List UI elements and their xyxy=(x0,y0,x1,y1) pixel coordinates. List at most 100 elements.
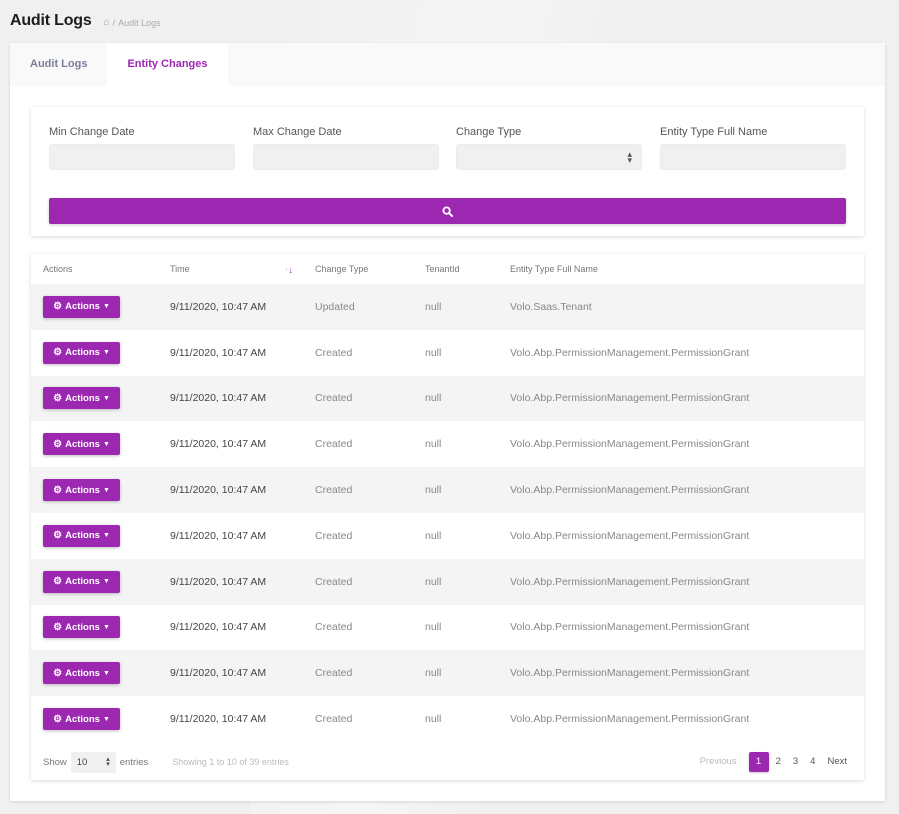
time-cell: 9/11/2020, 10:47 AM xyxy=(158,375,303,422)
entity-type-full-name-input[interactable] xyxy=(660,144,846,170)
entity-type-cell: Volo.Saas.Tenant xyxy=(498,284,864,330)
min-change-date-field: Min Change Date xyxy=(49,126,235,170)
show-label: Show xyxy=(43,756,67,768)
max-change-date-input[interactable] xyxy=(253,144,439,170)
caret-down-icon: ▼ xyxy=(102,532,110,540)
actions-cell: ⚙ Actions ▼ xyxy=(31,284,158,330)
entity-type-cell: Volo.Abp.PermissionManagement.Permission… xyxy=(510,621,750,634)
gear-icon: ⚙ xyxy=(53,713,63,725)
caret-down-icon: ▼ xyxy=(102,349,110,357)
breadcrumb-separator: / xyxy=(112,17,116,28)
gear-icon: ⚙ xyxy=(53,347,63,359)
caret-down-icon: ▼ xyxy=(102,715,110,723)
actions-button-label: Actions xyxy=(65,713,100,725)
page-length-select[interactable]: 10 ▴ ▾ xyxy=(70,751,116,773)
pagination-page-3[interactable]: 3 xyxy=(788,752,803,772)
tenant-id-cell: null xyxy=(413,375,498,422)
actions-button-label: Actions xyxy=(65,621,100,633)
table-header-row: Actions Time ↑↓ Change Type TenantId Ent… xyxy=(31,254,864,284)
min-change-date-label: Min Change Date xyxy=(49,126,135,138)
caret-down-icon: ▼ xyxy=(102,486,110,494)
max-change-date-field: Max Change Date xyxy=(253,126,439,170)
actions-dropdown-button[interactable]: ⚙ Actions ▼ xyxy=(43,570,120,593)
search-icon xyxy=(442,205,453,217)
sort-icon[interactable]: ↑↓ xyxy=(284,265,293,275)
search-button[interactable] xyxy=(49,198,846,224)
home-icon[interactable]: ⌂ xyxy=(104,17,110,28)
table-footer: Show 10 ▴ ▾ entries Showing 1 to 10 of 39… xyxy=(31,744,864,780)
column-header-time[interactable]: Time ↑↓ xyxy=(158,254,303,284)
time-cell: 9/11/2020, 10:47 AM xyxy=(170,438,267,451)
pagination-page-1[interactable]: 1 xyxy=(748,752,769,772)
pagination-previous[interactable]: Previous xyxy=(695,752,742,772)
actions-cell: ⚙ Actions ▼ xyxy=(31,605,158,651)
entity-type-cell: Volo.Abp.PermissionManagement.Permission… xyxy=(510,529,750,542)
gear-icon: ⚙ xyxy=(53,438,63,450)
page-header: Audit Logs ⌂ / Audit Logs xyxy=(10,12,161,30)
gear-icon: ⚙ xyxy=(53,530,63,542)
pagination-page-2[interactable]: 2 xyxy=(771,752,786,772)
entity-type-cell: Volo.Abp.PermissionManagement.Permission… xyxy=(510,346,750,359)
max-change-date-label: Max Change Date xyxy=(253,126,342,138)
tab-entity-changes[interactable]: Entity Changes xyxy=(107,43,228,86)
actions-cell: ⚙ Actions ▼ xyxy=(31,375,158,422)
actions-dropdown-button[interactable]: ⚙ Actions ▼ xyxy=(43,708,120,731)
actions-dropdown-button[interactable]: ⚙ Actions ▼ xyxy=(43,387,120,410)
page-length-value: 10 xyxy=(76,756,88,768)
filter-panel: Min Change Date Max Change Date Change T… xyxy=(31,107,864,236)
gear-icon: ⚙ xyxy=(53,484,63,496)
entity-type-full-name-field: Entity Type Full Name xyxy=(660,126,846,170)
entity-type-cell: Volo.Abp.PermissionManagement.Permission… xyxy=(510,713,750,726)
caret-down-icon: ▼ xyxy=(102,303,110,311)
caret-down-icon: ▼ xyxy=(102,669,110,677)
entity-changes-table-card: Actions Time ↑↓ Change Type TenantId Ent… xyxy=(31,254,864,780)
column-header-time-label: Time xyxy=(170,264,190,274)
entity-type-cell: Volo.Abp.PermissionManagement.Permission… xyxy=(498,650,864,697)
caret-down-icon: ▼ xyxy=(102,394,110,402)
actions-button-label: Actions xyxy=(65,392,100,404)
tenant-id-cell: null xyxy=(425,713,442,726)
time-cell: 9/11/2020, 10:47 AM xyxy=(158,467,303,513)
actions-dropdown-button[interactable]: ⚙ Actions ▼ xyxy=(43,295,120,318)
entity-type-full-name-label: Entity Type Full Name xyxy=(660,126,768,138)
column-header-change-type[interactable]: Change Type xyxy=(303,254,413,284)
table-row: ⚙ Actions ▼ 9/11/2020, 10:47 AM Created … xyxy=(31,330,864,376)
actions-dropdown-button[interactable]: ⚙ Actions ▼ xyxy=(43,433,120,456)
column-header-tenant-id[interactable]: TenantId xyxy=(413,254,498,284)
change-type-field: Change Type ▴ ▾ xyxy=(456,126,642,170)
tenant-id-cell: null xyxy=(413,558,498,605)
gear-icon: ⚙ xyxy=(53,667,63,679)
actions-dropdown-button[interactable]: ⚙ Actions ▼ xyxy=(43,341,120,364)
actions-dropdown-button[interactable]: ⚙ Actions ▼ xyxy=(43,662,120,685)
pagination: Previous 1 2 3 4 Next xyxy=(695,752,852,772)
breadcrumb-current: Audit Logs xyxy=(118,17,161,28)
actions-dropdown-button[interactable]: ⚙ Actions ▼ xyxy=(43,479,120,502)
actions-dropdown-button[interactable]: ⚙ Actions ▼ xyxy=(43,616,120,639)
min-change-date-input[interactable] xyxy=(49,144,235,170)
actions-cell: ⚙ Actions ▼ xyxy=(31,330,158,376)
change-type-cell: Created xyxy=(315,621,353,634)
change-type-select[interactable]: ▴ ▾ xyxy=(456,144,642,170)
pagination-page-4[interactable]: 4 xyxy=(805,752,820,772)
select-arrows-icon: ▴ ▾ xyxy=(627,149,632,165)
actions-cell: ⚙ Actions ▼ xyxy=(31,467,158,513)
pagination-next[interactable]: Next xyxy=(822,752,852,772)
table-row: ⚙ Actions ▼ 9/11/2020, 10:47 AM Created … xyxy=(31,467,864,513)
change-type-cell: Created xyxy=(303,467,413,513)
table-info: Showing 1 to 10 of 39 entries xyxy=(172,757,289,767)
tenant-id-cell: null xyxy=(413,284,498,330)
tenant-id-cell: null xyxy=(425,438,442,451)
actions-cell: ⚙ Actions ▼ xyxy=(31,421,158,467)
table-row: ⚙ Actions ▼ 9/11/2020, 10:47 AM Created … xyxy=(31,605,864,651)
table-row: ⚙ Actions ▼ 9/11/2020, 10:47 AM Created … xyxy=(31,513,864,559)
tenant-id-cell: null xyxy=(413,467,498,513)
actions-dropdown-button[interactable]: ⚙ Actions ▼ xyxy=(43,524,120,547)
actions-button-label: Actions xyxy=(65,347,100,359)
change-type-cell: Created xyxy=(315,529,353,542)
tab-audit-logs[interactable]: Audit Logs xyxy=(10,43,107,86)
tab-bar: Audit Logs Entity Changes xyxy=(10,43,885,86)
column-header-entity-type[interactable]: Entity Type Full Name xyxy=(498,254,864,284)
actions-button-label: Actions xyxy=(65,576,100,588)
entries-label: entries xyxy=(119,756,149,768)
change-type-cell: Created xyxy=(315,346,353,359)
